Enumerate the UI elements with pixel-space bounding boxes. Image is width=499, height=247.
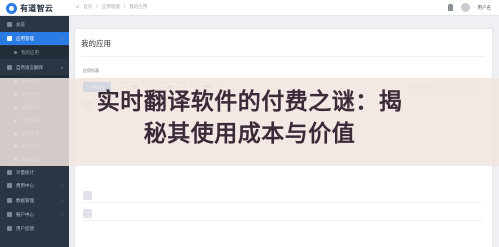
divider xyxy=(81,56,486,57)
app-thumbnail xyxy=(83,209,92,218)
banner-title-line-2: 秘其使用成本与价值 xyxy=(143,121,356,147)
wallet-icon xyxy=(7,183,12,188)
chevron-down-icon: ▾ xyxy=(60,65,63,70)
breadcrumb-separator: / xyxy=(123,4,126,10)
sidebar-item-label: 数据管理 xyxy=(16,198,34,204)
breadcrumb-separator: / xyxy=(96,4,98,10)
chevron-down-icon: ▾ xyxy=(60,36,63,41)
breadcrumb-item[interactable]: 首页 xyxy=(83,4,92,10)
app-thumbnail xyxy=(83,191,92,200)
sidebar-item-overview[interactable]: 总览 xyxy=(0,18,69,31)
sidebar-item-billing[interactable]: 费用中心 › xyxy=(0,179,69,192)
banner-title-line-1: 实时翻译软件的付费之谜：揭 xyxy=(96,89,403,115)
list-item[interactable] xyxy=(83,189,484,203)
page-title: 我的应用 xyxy=(81,39,111,48)
translate-icon xyxy=(7,65,12,70)
top-header: 有道智云 ⌂ 首页 / 应用管理 / 我的应用 用户名 xyxy=(0,0,499,16)
sidebar-item-label: 自然语言翻译 xyxy=(16,65,43,71)
sidebar-item-label: 应用管理 xyxy=(16,36,34,42)
breadcrumb-item: 我的应用 xyxy=(129,5,148,10)
section-label: 应用列表 xyxy=(83,68,99,73)
bullet-icon xyxy=(14,51,17,54)
home-icon[interactable]: ⌂ xyxy=(76,4,79,10)
database-icon xyxy=(7,198,12,203)
breadcrumb: ⌂ 首页 / 应用管理 / 我的应用 xyxy=(76,4,147,10)
bell-icon[interactable] xyxy=(447,4,453,11)
logo-text: 有道智云 xyxy=(20,3,54,13)
chevron-right-icon: › xyxy=(61,212,63,217)
sidebar-item-feedback[interactable]: 用户反馈 xyxy=(0,222,69,235)
sidebar-item-label: 账户中心 xyxy=(16,212,34,218)
sidebar-item-account[interactable]: 账户中心 › xyxy=(0,208,69,221)
sidebar-item-label: 我的应用 xyxy=(21,50,39,56)
logo-icon xyxy=(6,2,17,14)
feedback-icon xyxy=(7,226,12,231)
sidebar-item-label: 总览 xyxy=(16,22,25,28)
list-item[interactable] xyxy=(83,207,484,221)
header-right: 用户名 xyxy=(447,3,492,12)
sidebar-item-data[interactable]: 数据管理 › xyxy=(0,194,69,207)
logo[interactable]: 有道智云 xyxy=(6,1,53,15)
sidebar-item-label: 计量统计 xyxy=(16,170,34,176)
avatar[interactable] xyxy=(460,3,470,12)
chevron-right-icon: › xyxy=(61,183,63,188)
dashboard-icon xyxy=(7,22,12,27)
user-icon xyxy=(7,212,12,217)
banner-title: 实时翻译软件的付费之谜：揭 秘其使用成本与价值 xyxy=(0,86,499,150)
sidebar-item-label: 费用中心 xyxy=(16,183,34,189)
sidebar-item-label: 用户反馈 xyxy=(16,226,34,232)
app-icon xyxy=(7,36,12,41)
user-name[interactable]: 用户名 xyxy=(478,5,492,11)
sidebar-item-stats[interactable]: 计量统计 xyxy=(0,166,69,179)
sidebar-item-my-apps[interactable]: 我的应用 xyxy=(0,46,69,59)
sidebar-item-app-management[interactable]: 应用管理 ▾ xyxy=(0,32,69,45)
breadcrumb-item[interactable]: 应用管理 xyxy=(102,4,120,10)
chevron-right-icon: › xyxy=(61,198,63,203)
sidebar-item-nlp[interactable]: 自然语言翻译 ▾ xyxy=(0,61,69,74)
chart-icon xyxy=(7,170,12,175)
